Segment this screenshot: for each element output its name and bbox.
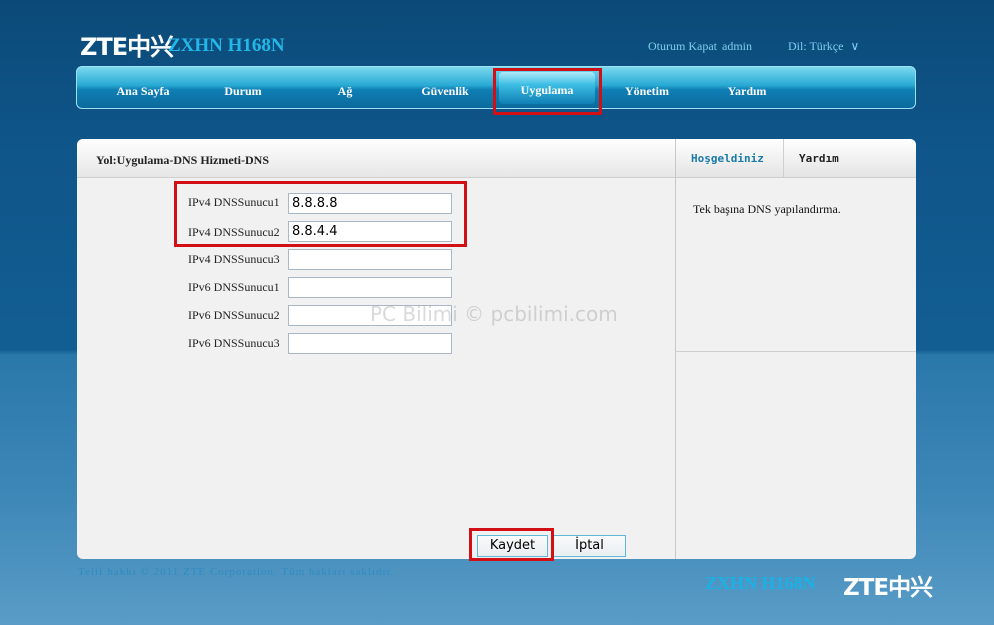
tab-hosgeldiniz[interactable]: Hoşgeldiniz bbox=[691, 152, 764, 165]
nav-guvenlik[interactable]: Güvenlik bbox=[403, 67, 487, 108]
content-panel: Yol:Uygulama-DNS Hizmeti-DNS IPv4 DNSSun… bbox=[77, 139, 916, 559]
main-nav: Ana Sayfa Durum Ağ Güvenlik Uygulama Yön… bbox=[76, 66, 916, 109]
language-label: Dil: Türkçe bbox=[788, 39, 844, 53]
footer-model-name: ZXHN H168N bbox=[705, 573, 816, 593]
nav-ag[interactable]: Ağ bbox=[303, 67, 387, 108]
header: ZTE中兴 ZXHN H168N Oturum Kapat admin Dil:… bbox=[0, 0, 994, 66]
nav-ana-sayfa[interactable]: Ana Sayfa bbox=[101, 67, 185, 108]
copyright-text: Telif hakkı © 2011 ZTE Corporation. Tüm … bbox=[78, 566, 395, 578]
ipv6-dns2-input[interactable] bbox=[288, 305, 452, 326]
nav-yonetim[interactable]: Yönetim bbox=[605, 67, 689, 108]
cancel-button[interactable]: İptal bbox=[553, 535, 626, 557]
breadcrumb: Yol:Uygulama-DNS Hizmeti-DNS bbox=[96, 153, 269, 167]
chevron-down-icon: ∨ bbox=[850, 39, 860, 53]
ipv6-dns1-label: IPv6 DNSSunucu1 bbox=[188, 280, 280, 294]
nav-durum[interactable]: Durum bbox=[201, 67, 285, 108]
ipv4-dns3-label: IPv4 DNSSunucu3 bbox=[188, 252, 280, 266]
side-tabs: Hoşgeldiniz Yardım bbox=[676, 139, 916, 178]
nav-uygulama[interactable]: Uygulama bbox=[499, 72, 595, 104]
panel-header: Yol:Uygulama-DNS Hizmeti-DNS bbox=[77, 139, 675, 178]
save-button[interactable]: Kaydet bbox=[477, 535, 548, 557]
username: admin bbox=[722, 39, 752, 53]
model-name: ZXHN H168N bbox=[168, 35, 285, 56]
side-description: Tek başına DNS yapılandırma. bbox=[693, 202, 841, 216]
logout-link[interactable]: Oturum Kapat bbox=[648, 39, 717, 54]
ipv4-dns2-label: IPv4 DNSSunucu2 bbox=[188, 225, 280, 239]
tab-yardim[interactable]: Yardım bbox=[799, 152, 839, 165]
ipv6-dns2-label: IPv6 DNSSunucu2 bbox=[188, 308, 280, 322]
ipv4-dns1-input[interactable] bbox=[288, 193, 452, 214]
ipv6-dns1-input[interactable] bbox=[288, 277, 452, 298]
footer-zte-logo: ZTE中兴 bbox=[843, 575, 933, 601]
zte-logo: ZTE中兴 bbox=[80, 33, 174, 61]
side-separator bbox=[676, 351, 916, 352]
nav-yardim[interactable]: Yardım bbox=[705, 67, 789, 108]
ipv4-dns1-label: IPv4 DNSSunucu1 bbox=[188, 195, 280, 209]
tab-divider bbox=[783, 139, 784, 177]
ipv6-dns3-label: IPv6 DNSSunucu3 bbox=[188, 336, 280, 350]
side-panel: Hoşgeldiniz Yardım Tek başına DNS yapıla… bbox=[675, 139, 916, 559]
ipv6-dns3-input[interactable] bbox=[288, 333, 452, 354]
ipv4-dns3-input[interactable] bbox=[288, 249, 452, 270]
ipv4-dns2-input[interactable] bbox=[288, 221, 452, 242]
language-selector[interactable]: Dil: Türkçe ∨ bbox=[788, 39, 859, 54]
